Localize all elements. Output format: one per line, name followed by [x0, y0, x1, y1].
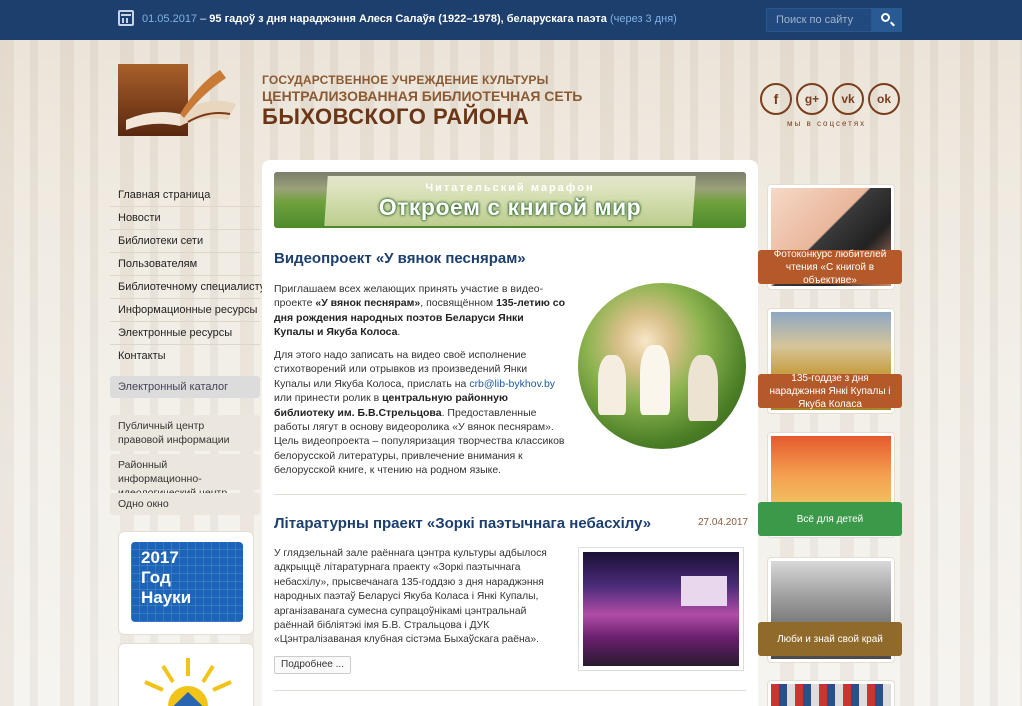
org-line-2: ЦЕНТРАЛИЗОВАННАЯ БИБЛИОТЕЧНАЯ СЕТЬ [262, 88, 583, 104]
banner-word-1: Год [141, 568, 171, 587]
sun-emblem-icon [144, 658, 232, 706]
menu-item-e-resources[interactable]: Электронные ресурсы [110, 322, 260, 345]
p1-c: , посвящённом [420, 297, 497, 310]
for-kids-label[interactable]: Всё для детей [758, 502, 902, 536]
facebook-icon[interactable]: f [760, 83, 792, 115]
native-land-label[interactable]: Люби и знай свой край [758, 622, 902, 656]
menu-item-specialists[interactable]: Библиотечному специалисту [110, 276, 265, 299]
main-content: Читательский марафон Откроем с книгой ми… [262, 160, 758, 706]
article-1-paragraph-2: Для этого надо записать на видео своё ис… [274, 348, 566, 478]
main-menu: Главная страница Новости Библиотеки сети… [110, 184, 265, 368]
menu-item-users[interactable]: Пользователям [110, 253, 260, 276]
email-link[interactable]: crb@lib-bykhov.by [469, 378, 555, 390]
article-2-text: У глядзельнай зале раённага цэнтра культ… [274, 548, 547, 646]
second-side-banner[interactable] [118, 643, 254, 706]
girl-figure [688, 355, 718, 421]
stage-image [583, 552, 739, 666]
banner-word-2: Науки [141, 588, 192, 607]
stage-event-photo[interactable] [578, 547, 744, 671]
reading-marathon-slider[interactable]: Читательский марафон Откроем с книгой ми… [274, 172, 746, 228]
read-more-button[interactable]: Подробнее ... [274, 656, 351, 674]
kupala-kolas-label[interactable]: 135-годдзе з дня нараджэння Янкі Купалы … [758, 373, 902, 410]
social-caption: мы в соцсетях [787, 119, 867, 128]
menu-item-libraries[interactable]: Библиотеки сети [110, 230, 260, 253]
org-line-1: ГОСУДАРСТВЕННОЕ УЧРЕЖДЕНИЕ КУЛЬТУРЫ [262, 73, 549, 87]
folk-poets-photo [578, 283, 746, 449]
p1-b: «У вянок песнярам» [315, 297, 421, 310]
article-1-paragraph-1: Приглашаем всех желающих принять участие… [274, 282, 566, 340]
event-date: 01.05.2017 [142, 13, 198, 25]
article-divider [274, 690, 746, 691]
article-divider [274, 494, 746, 495]
org-line-3: БЫХОВСКОГО РАЙОНА [262, 104, 530, 129]
event-ticker[interactable]: 01.05.2017 – 95 гадоў з дня нараджэння А… [142, 13, 677, 25]
books-photo [771, 684, 891, 706]
menu-item-info-resources[interactable]: Информационные ресурсы [110, 299, 260, 322]
search-icon [881, 13, 890, 22]
top-bar: 01.05.2017 – 95 гадоў з дня нараджэння А… [0, 0, 1022, 40]
library-logo[interactable] [118, 64, 242, 136]
photo-contest-label[interactable]: Фотоконкурс любителей чтения «С книгой в… [758, 249, 902, 286]
google-plus-icon[interactable]: g+ [796, 83, 828, 115]
menu-item-home[interactable]: Главная страница [110, 184, 260, 207]
calendar-icon [118, 10, 134, 26]
article-2-date: 27.04.2017 [698, 517, 749, 528]
girl-figure [598, 355, 626, 415]
vk-icon[interactable]: vk [832, 83, 864, 115]
one-window-link[interactable]: Одно окно [110, 493, 260, 515]
odnoklassniki-icon[interactable]: ok [868, 83, 900, 115]
search-input[interactable] [766, 8, 872, 32]
event-dash: – [197, 13, 210, 25]
ideology-center-link[interactable]: Районный информационно-идеологический це… [110, 454, 260, 499]
article-2-title[interactable]: Літаратурны праект «Зоркі паэтычнага неб… [274, 515, 651, 532]
fifth-card[interactable] [767, 680, 895, 706]
event-title: 95 гадоў з дня нараджэння Алеся Салаўя (… [209, 13, 607, 25]
article-1-title[interactable]: Видеопроект «У вянок песнярам» [274, 250, 526, 267]
year-of-science-banner[interactable]: 2017 Год Науки [118, 531, 254, 635]
banner-year: 2017 [141, 548, 179, 567]
stage-screen [681, 576, 727, 606]
p2-b: или принести ролик в [274, 392, 383, 405]
p1-e: . [397, 326, 401, 339]
menu-item-contacts[interactable]: Контакты [110, 345, 260, 368]
electronic-catalog-link[interactable]: Электронный каталог [110, 376, 260, 398]
slider-title: Откроем с книгой мир [378, 194, 642, 220]
girl-figure [640, 345, 670, 415]
slider-subtitle: Читательский марафон [425, 182, 595, 194]
year-of-science-image: 2017 Год Науки [131, 542, 243, 622]
menu-item-news[interactable]: Новости [110, 207, 260, 230]
event-countdown: (через 3 дня) [609, 13, 677, 25]
legal-info-center-link[interactable]: Публичный центр правовой информации [110, 415, 260, 451]
search-button[interactable] [872, 8, 902, 32]
